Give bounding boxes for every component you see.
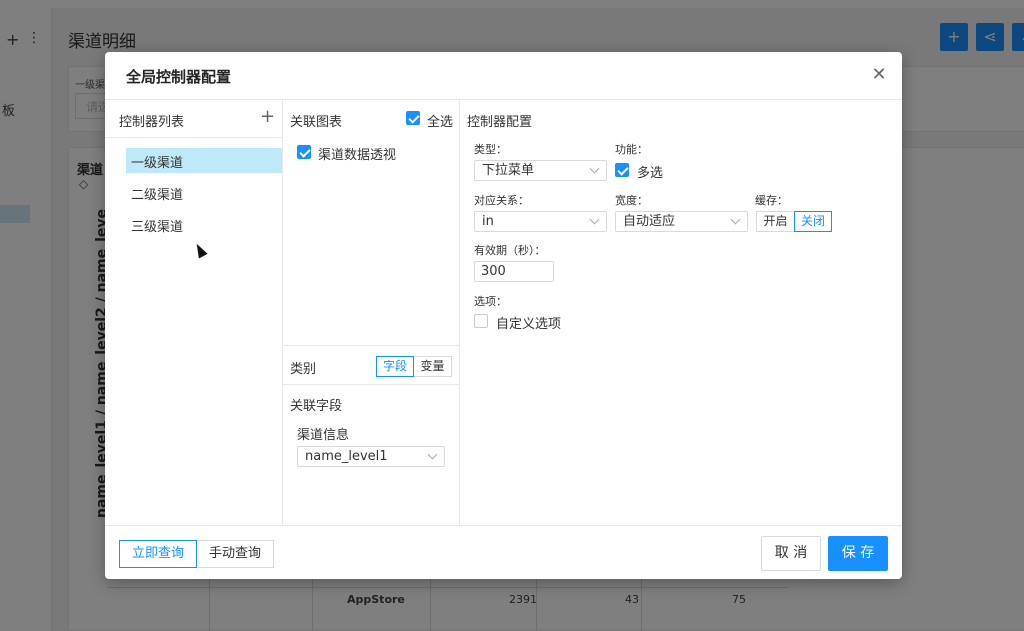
validity-label: 有效期（秒）：: [474, 244, 546, 257]
type-select-value: 下拉菜单: [482, 163, 535, 178]
global-controller-modal: 全局控制器配置 ✕ 控制器列表 + 一级渠道 二级渠道 三级渠道 关联图表 全选…: [105, 52, 902, 579]
config-title: 控制器配置: [467, 115, 533, 130]
width-select-value: 自动适应: [623, 214, 676, 229]
multi-select-label[interactable]: 多选: [637, 162, 663, 181]
category-label: 类别: [290, 362, 317, 377]
multi-select-checkbox[interactable]: [615, 163, 629, 177]
modal-footer: 立即查询 手动查询 取 消 保 存: [105, 525, 902, 579]
modal-header: 全局控制器配置 ✕: [105, 52, 902, 100]
select-all-label[interactable]: 全选: [427, 111, 453, 130]
custom-option-checkbox[interactable]: [474, 314, 488, 328]
associated-charts-panel: 关联图表 全选 渠道数据透视 类别 字段 变量 关联字段 渠道信息 name_l…: [283, 100, 460, 525]
chevron-down-icon: [427, 449, 438, 460]
controller-list-header: 控制器列表 +: [105, 100, 282, 138]
relation-label: 对应关系：: [474, 194, 529, 207]
controller-list-panel: 控制器列表 + 一级渠道 二级渠道 三级渠道: [105, 100, 283, 525]
cache-label: 缓存：: [755, 194, 788, 207]
relation-select[interactable]: in: [474, 211, 607, 232]
controller-list-title: 控制器列表: [119, 115, 185, 130]
associated-charts-title: 关联图表: [290, 115, 343, 130]
chevron-down-icon: [589, 214, 600, 225]
field-select[interactable]: name_level1: [297, 446, 445, 467]
plus-icon[interactable]: +: [260, 107, 275, 127]
chevron-down-icon: [730, 214, 741, 225]
controller-item-level3[interactable]: 三级渠道: [126, 212, 282, 237]
type-select[interactable]: 下拉菜单: [474, 160, 607, 181]
chart-checkbox[interactable]: [297, 145, 311, 159]
options-label: 选项：: [474, 295, 507, 308]
category-option-field[interactable]: 字段: [376, 356, 414, 377]
controller-item-level1[interactable]: 一级渠道: [126, 148, 282, 173]
type-label: 类型：: [474, 143, 507, 156]
validity-input[interactable]: 300: [474, 261, 554, 282]
modal-title: 全局控制器配置: [126, 68, 232, 86]
category-option-variable[interactable]: 变量: [413, 356, 452, 377]
manual-query-button[interactable]: 手动查询: [196, 540, 274, 568]
field-group-label: 渠道信息: [297, 428, 350, 443]
controller-item-level2[interactable]: 二级渠道: [126, 180, 282, 205]
chevron-down-icon: [589, 163, 600, 174]
select-all-checkbox[interactable]: [406, 111, 420, 125]
width-select[interactable]: 自动适应: [615, 211, 748, 232]
feature-label: 功能：: [615, 143, 648, 156]
relation-select-value: in: [482, 214, 494, 229]
cancel-button[interactable]: 取 消: [761, 536, 821, 571]
query-now-button[interactable]: 立即查询: [119, 540, 197, 568]
cache-option-on[interactable]: 开启: [756, 211, 795, 232]
divider: [283, 384, 459, 385]
width-label: 宽度：: [615, 194, 648, 207]
chart-label[interactable]: 渠道数据透视: [318, 144, 396, 163]
field-select-value: name_level1: [305, 449, 388, 464]
save-button[interactable]: 保 存: [828, 536, 888, 571]
associated-fields-title: 关联字段: [290, 399, 343, 414]
divider: [283, 345, 459, 346]
controller-config-panel: 控制器配置 类型： 下拉菜单 功能： 多选 对应关系： in 宽度： 自动适应 …: [460, 100, 902, 525]
cache-option-off[interactable]: 关闭: [794, 211, 832, 232]
custom-option-label[interactable]: 自定义选项: [496, 313, 561, 332]
close-icon[interactable]: ✕: [868, 64, 890, 86]
